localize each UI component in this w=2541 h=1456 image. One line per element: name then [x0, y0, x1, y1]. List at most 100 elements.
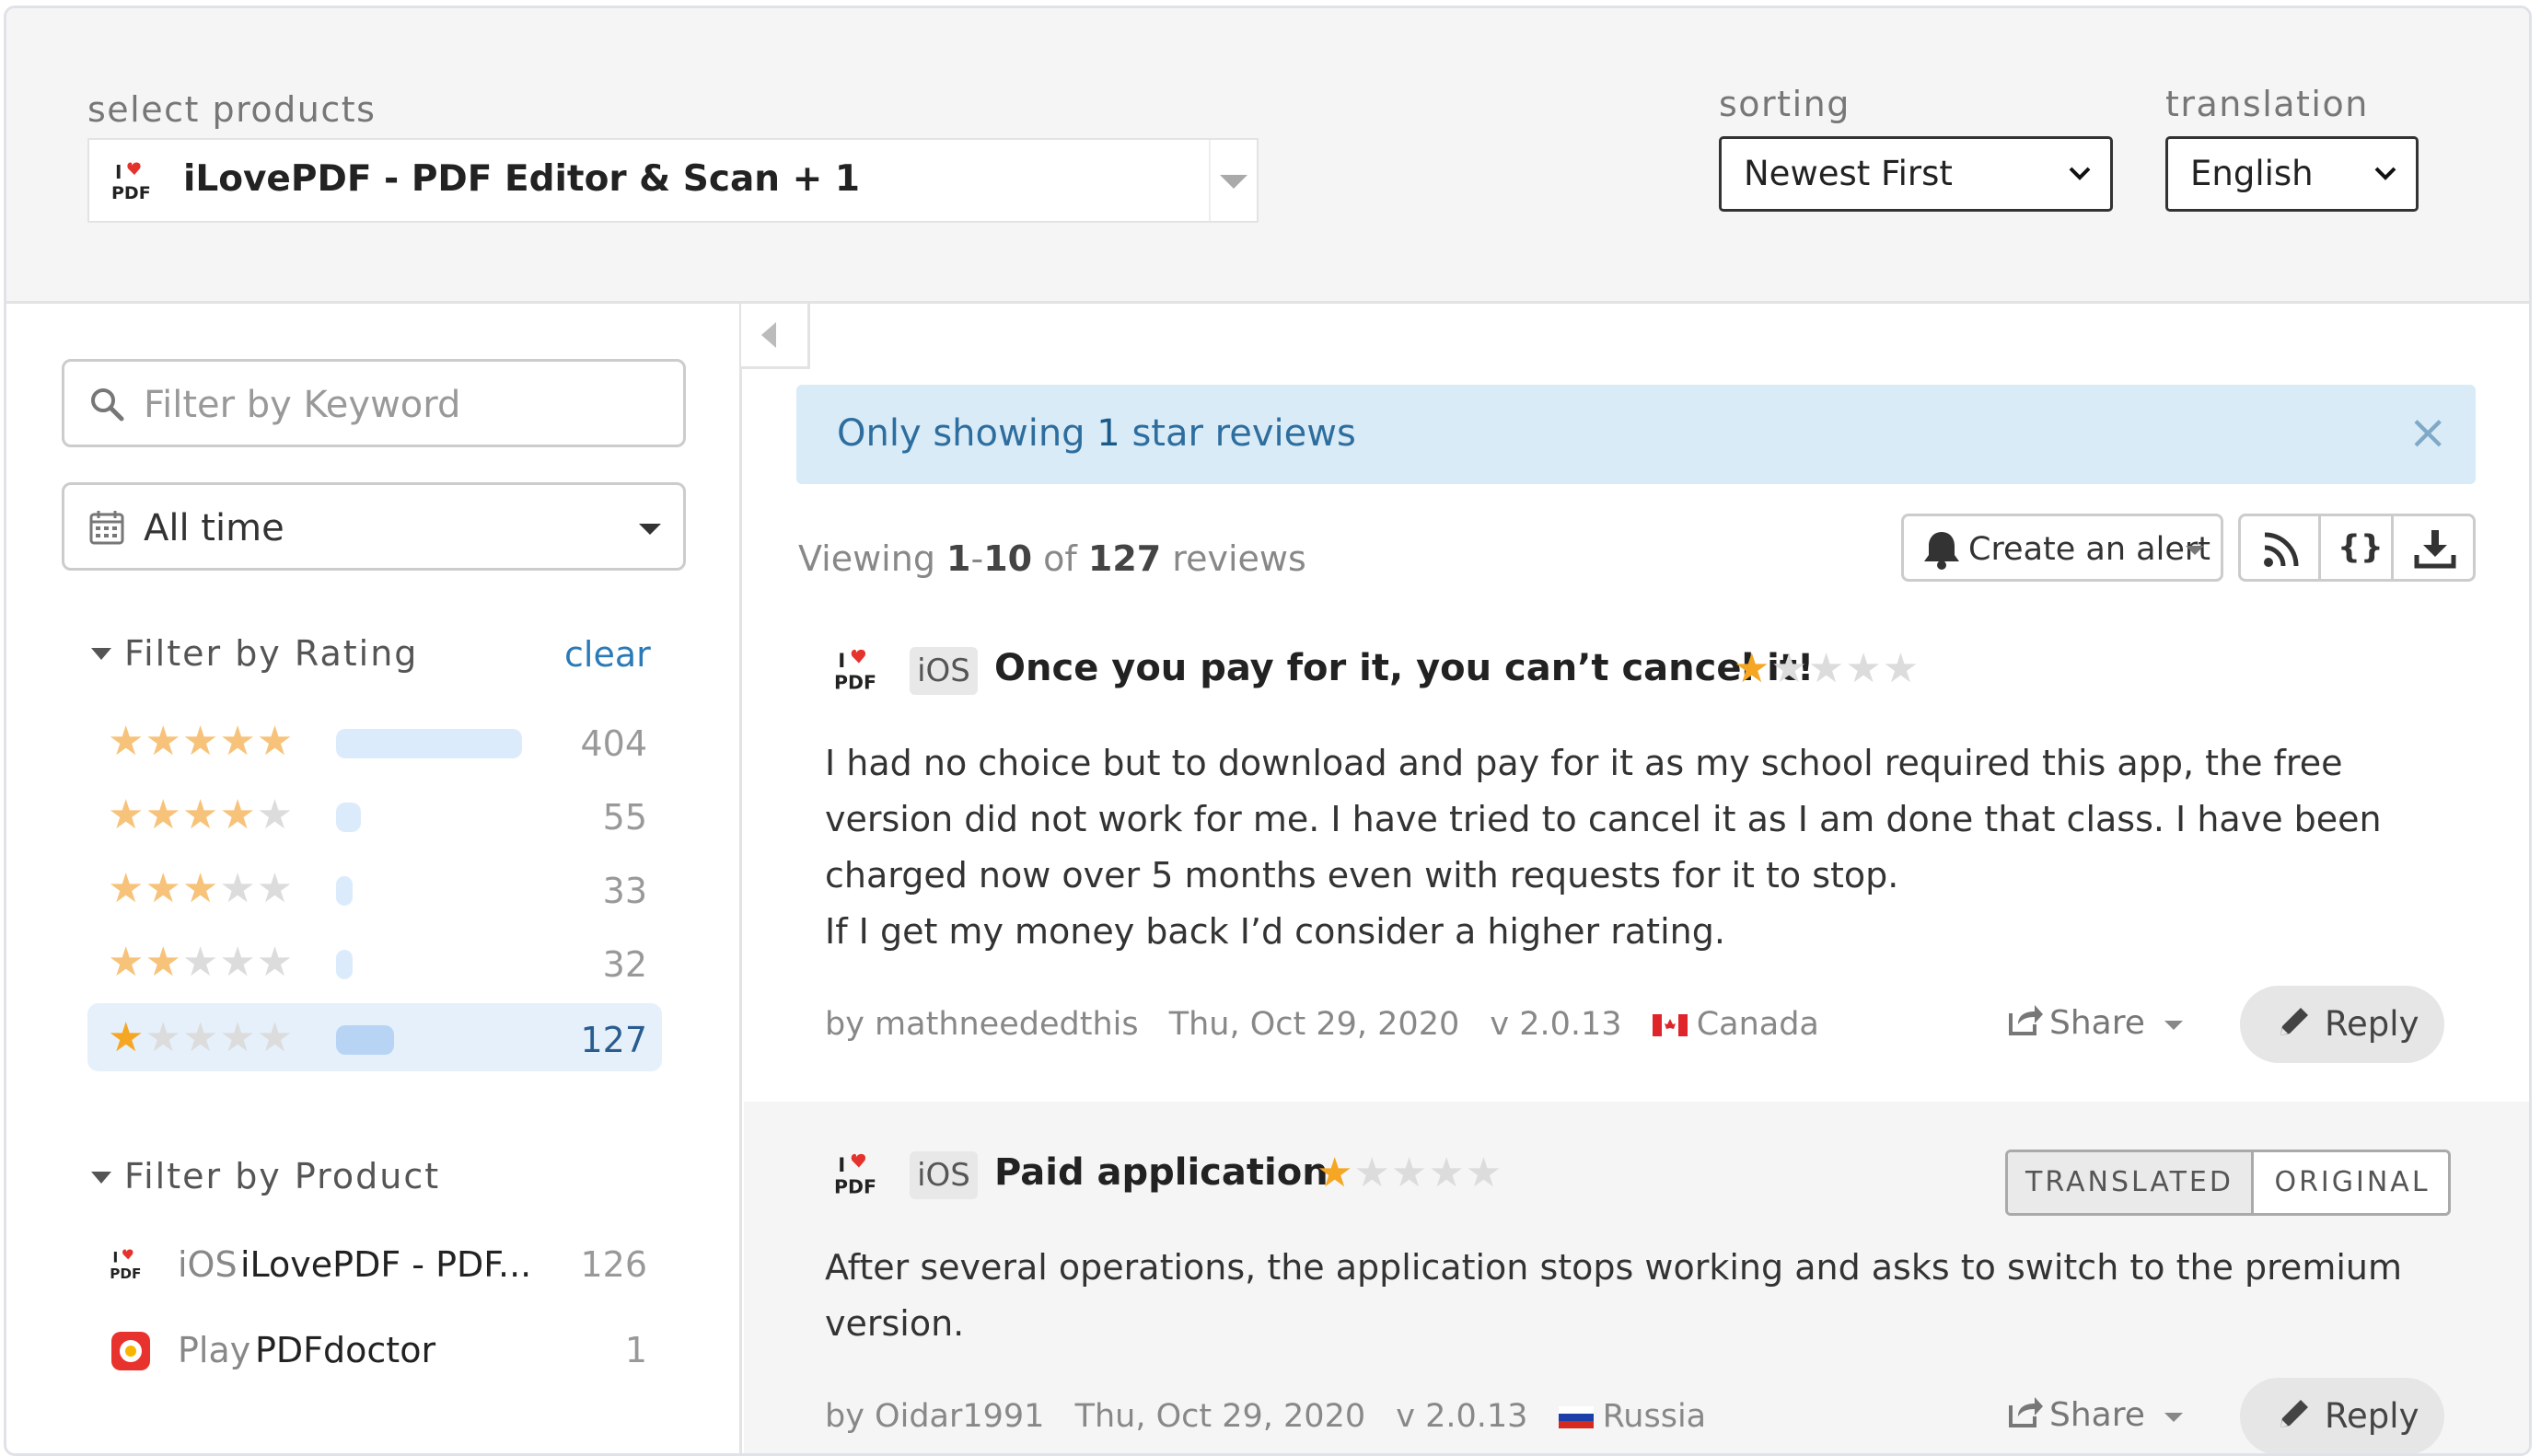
viewing-of: of	[1032, 538, 1088, 579]
review-meta: by mathneededthis Thu, Oct 29, 2020 v 2.…	[825, 1006, 1839, 1043]
svg-text:PDF: PDF	[834, 1175, 876, 1197]
share-button[interactable]: Share	[2007, 1392, 2184, 1434]
banner-suffix: star reviews	[1120, 412, 1356, 455]
rating-filter-5-stars[interactable]: ★★★★★ 404	[87, 707, 662, 775]
top-filter-bar: select products I PDF iLovePDF - PDF Edi…	[6, 8, 2529, 304]
review-country: Russia	[1602, 1398, 1707, 1435]
reply-button[interactable]: Reply	[2240, 986, 2444, 1063]
review-title: Once you pay for it, you can’t cancel it…	[994, 647, 1815, 689]
filter-by-rating-title[interactable]: Filter by Rating	[124, 633, 418, 674]
product-platform: iOS	[178, 1244, 238, 1285]
svg-text:I: I	[838, 1154, 845, 1177]
svg-text:I: I	[112, 1249, 118, 1266]
rating-count: 32	[602, 944, 647, 985]
product-name: PDFdoctor	[255, 1330, 436, 1370]
chevron-down-icon	[2374, 167, 2396, 180]
collapse-caret-icon[interactable]	[91, 1172, 111, 1184]
banner-prefix: Only showing	[837, 412, 1097, 455]
review-body-line: charged now over 5 months even with requ…	[825, 855, 1899, 896]
product-select-arrow-icon[interactable]	[1209, 140, 1257, 221]
rating-count: 55	[602, 797, 647, 838]
viewing-total: 127	[1087, 538, 1162, 579]
review-body-line: After several operations, the applicatio…	[825, 1247, 2402, 1288]
reply-label: Reply	[2325, 1396, 2419, 1436]
close-icon[interactable]: ×	[2408, 405, 2448, 460]
json-icon: {}	[2338, 529, 2384, 566]
ilovepdf-logo-icon: I PDF	[111, 158, 159, 208]
create-alert-button[interactable]: Create an alert	[1901, 514, 2223, 582]
review-title: Paid application	[994, 1151, 1329, 1194]
create-alert-label: Create an alert	[1968, 531, 2210, 568]
select-products-label: select products	[87, 89, 377, 130]
product-filter-ios[interactable]: I PDF iOS iLovePDF - PDF... 126	[110, 1239, 662, 1290]
product-select[interactable]: I PDF iLovePDF - PDF Editor & Scan + 1	[87, 138, 1259, 223]
review-version: v 2.0.13	[1396, 1398, 1528, 1435]
rating-count: 404	[580, 723, 647, 764]
search-icon	[91, 388, 124, 422]
viewing-range-dash: -	[970, 538, 984, 579]
banner-number: 1	[1096, 412, 1120, 455]
product-filter-play[interactable]: Play PDFdoctor 1	[110, 1324, 662, 1376]
one-star-rating-icon: ★★★★★	[1317, 1150, 1503, 1196]
product-platform: Play	[178, 1330, 251, 1370]
viewing-range-start: 1	[946, 538, 971, 579]
collapse-caret-icon[interactable]	[91, 648, 111, 660]
rating-filter-2-stars[interactable]: ★★★★★ 32	[87, 928, 662, 996]
filter-by-product-title[interactable]: Filter by Product	[124, 1156, 440, 1196]
collapse-sidebar-button[interactable]	[741, 304, 810, 369]
sorting-select[interactable]: Newest First	[1719, 136, 2113, 212]
reply-button[interactable]: Reply	[2240, 1378, 2444, 1453]
pdfdoctor-logo-icon	[111, 1332, 150, 1370]
rating-bar	[336, 729, 522, 758]
viewing-count: Viewing 1-10 of 127 reviews	[798, 538, 1306, 579]
svg-text:PDF: PDF	[110, 1265, 141, 1282]
share-label: Share	[2049, 1396, 2145, 1434]
review-body-line: If I get my money back I’d consider a hi…	[825, 911, 1725, 952]
reply-label: Reply	[2325, 1004, 2419, 1044]
calendar-icon	[89, 511, 124, 545]
svg-text:PDF: PDF	[834, 671, 876, 693]
rating-filter-1-star[interactable]: ★★★★★ 127	[87, 1003, 662, 1071]
viewing-prefix: Viewing	[798, 538, 947, 579]
original-tab[interactable]: ORIGINAL	[2254, 1152, 2448, 1213]
rating-bar	[336, 1025, 394, 1055]
review-author[interactable]: by Oidar1991	[825, 1398, 1044, 1435]
rss-icon	[2264, 532, 2299, 567]
chevron-down-icon	[2069, 167, 2091, 180]
product-count: 126	[580, 1244, 647, 1285]
rss-feed-button[interactable]	[2238, 514, 2321, 582]
translation-toggle: TRANSLATED ORIGINAL	[2005, 1150, 2451, 1216]
platform-badge: iOS	[910, 1151, 978, 1199]
review-body-line: version did not work for me. I have trie…	[825, 799, 2382, 839]
translation-value: English	[2190, 154, 2314, 193]
pencil-icon	[2280, 1008, 2308, 1035]
rating-bar	[336, 803, 361, 832]
keyword-placeholder: Filter by Keyword	[144, 384, 461, 426]
clear-rating-link[interactable]: clear	[564, 634, 651, 675]
keyword-search-input[interactable]: Filter by Keyword	[62, 359, 686, 447]
review-country: Canada	[1696, 1006, 1819, 1043]
time-range-select[interactable]: All time	[62, 482, 686, 571]
review-card: I PDF iOS Paid application ★★★★★ TRANSLA…	[744, 1102, 2529, 1453]
download-button[interactable]	[2391, 514, 2476, 582]
rating-filter-3-stars[interactable]: ★★★★★ 33	[87, 854, 662, 922]
json-export-button[interactable]: {}	[2318, 514, 2394, 582]
share-icon	[2009, 1397, 2043, 1427]
rating-filter-4-stars[interactable]: ★★★★★ 55	[87, 780, 662, 849]
app-frame: select products I PDF iLovePDF - PDF Edi…	[4, 6, 2532, 1456]
review-card: I PDF iOS Once you pay for it, you can’t…	[744, 607, 2529, 1102]
caret-down-icon	[2164, 1413, 2184, 1422]
russia-flag-icon	[1558, 1406, 1594, 1428]
download-icon	[2414, 530, 2456, 569]
translated-tab[interactable]: TRANSLATED	[2008, 1152, 2254, 1213]
share-button[interactable]: Share	[2007, 1000, 2184, 1042]
four-stars-icon: ★★★★★	[108, 792, 295, 838]
translation-select[interactable]: English	[2165, 136, 2419, 212]
product-select-value: iLovePDF - PDF Editor & Scan + 1	[183, 158, 861, 200]
rating-bar	[336, 950, 353, 979]
filter-banner-text: Only showing 1 star reviews	[837, 412, 1356, 455]
review-date: Thu, Oct 29, 2020	[1168, 1006, 1460, 1043]
caret-down-icon	[2186, 546, 2204, 555]
review-version: v 2.0.13	[1490, 1006, 1622, 1043]
review-author[interactable]: by mathneededthis	[825, 1006, 1139, 1043]
